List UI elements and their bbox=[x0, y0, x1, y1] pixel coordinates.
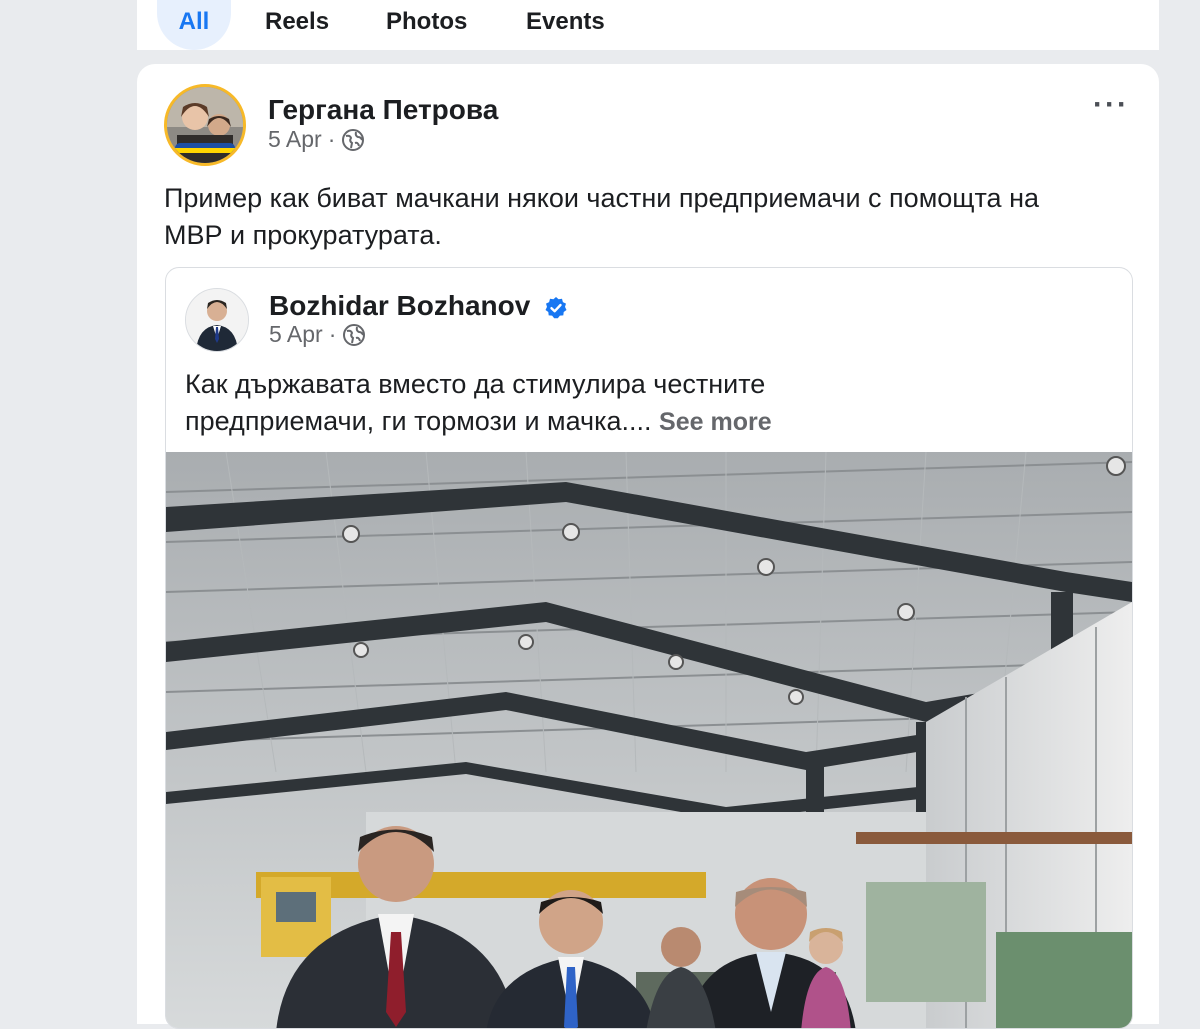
shared-author-avatar[interactable] bbox=[185, 288, 249, 352]
globe-icon bbox=[343, 323, 366, 346]
shared-author-name-text[interactable]: Bozhidar Bozhanov bbox=[269, 290, 530, 321]
verified-badge-icon bbox=[545, 296, 567, 318]
shared-author-name[interactable]: Bozhidar Bozhanov bbox=[269, 290, 568, 322]
shared-post-date[interactable]: 5 Apr bbox=[269, 321, 323, 348]
post-text: Пример как биват мачкани някои частни пр… bbox=[164, 183, 1039, 250]
author-avatar-image bbox=[167, 87, 243, 163]
shared-meta-separator: · bbox=[328, 321, 337, 347]
more-options-icon[interactable]: ··· bbox=[1093, 88, 1129, 122]
author-name[interactable]: Гергана Петрова bbox=[268, 94, 498, 126]
shared-post-photo[interactable] bbox=[166, 452, 1132, 1028]
see-more-link[interactable]: See more bbox=[659, 408, 772, 436]
meta-separator: · bbox=[327, 126, 336, 152]
author-avatar[interactable] bbox=[164, 84, 246, 166]
factory-hall-photo bbox=[166, 452, 1132, 1028]
shared-author-avatar-image bbox=[186, 289, 248, 351]
tab-all[interactable]: All bbox=[157, 0, 231, 50]
tab-reels[interactable]: Reels bbox=[265, 0, 329, 50]
post-card: Гергана Петрова 5 Apr · ··· Пример как б… bbox=[137, 64, 1159, 1029]
post-meta: 5 Apr · bbox=[268, 126, 365, 153]
tab-events[interactable]: Events bbox=[526, 0, 605, 50]
filter-tabs: All Reels Photos Events bbox=[137, 0, 1159, 50]
globe-icon bbox=[342, 128, 365, 151]
shared-post-text: Как държавата вместо да стимулира честни… bbox=[185, 366, 945, 441]
tab-photos[interactable]: Photos bbox=[386, 0, 467, 50]
shared-post-meta: 5 Apr · bbox=[269, 321, 366, 348]
shared-post[interactable]: Bozhidar Bozhanov 5 Apr · Как държавата … bbox=[165, 267, 1133, 1029]
post-date[interactable]: 5 Apr bbox=[268, 126, 322, 153]
